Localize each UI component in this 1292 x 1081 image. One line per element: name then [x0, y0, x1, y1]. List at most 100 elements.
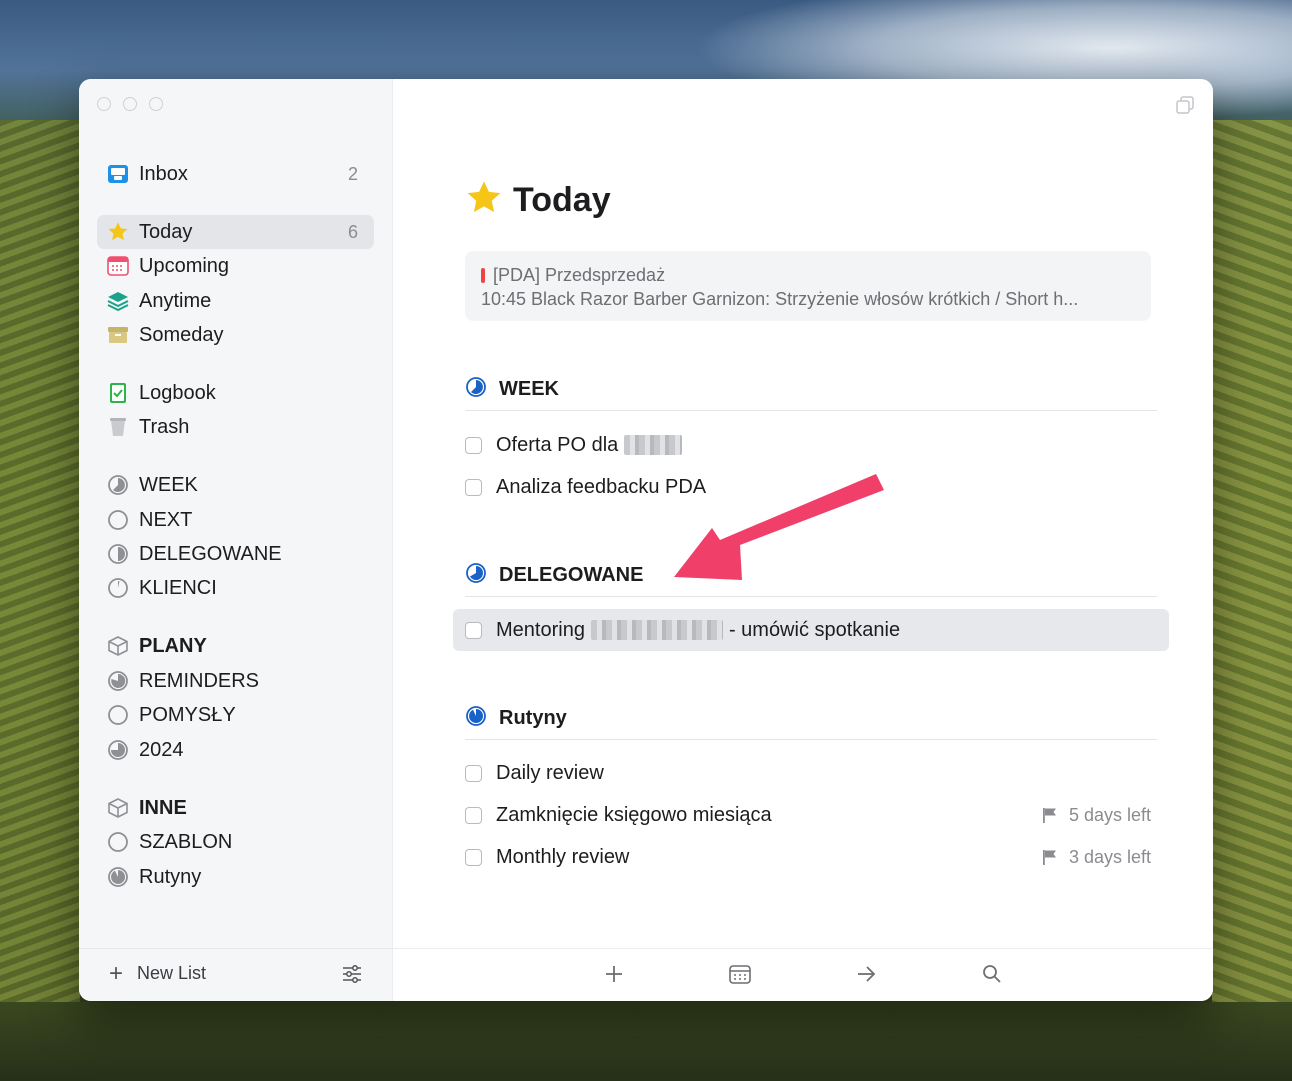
progress-pie-icon	[107, 474, 129, 496]
search-button[interactable]	[981, 963, 1003, 990]
logbook-icon	[107, 382, 129, 404]
task-title: Mentoring	[496, 618, 585, 641]
duplicate-window-icon[interactable]	[1175, 95, 1195, 120]
sidebar-item-trash[interactable]: Trash	[97, 410, 374, 444]
sidebar-item-label: DELEGOWANE	[139, 542, 282, 565]
close-button[interactable]	[97, 97, 111, 111]
sidebar-project-next[interactable]: NEXT	[97, 503, 374, 537]
flag-icon	[1042, 850, 1056, 865]
section-title: Rutyny	[499, 707, 567, 729]
minimize-button[interactable]	[123, 97, 137, 111]
main-toolbar	[393, 948, 1213, 1001]
progress-empty-icon	[107, 509, 129, 531]
sidebar-item-anytime[interactable]: Anytime	[97, 284, 374, 318]
task-row-selected[interactable]: Mentoring - umówić spotkanie	[453, 609, 1169, 651]
area-cube-icon	[107, 635, 129, 657]
area-cube-icon	[107, 797, 129, 819]
inbox-count: 2	[347, 163, 358, 184]
wallpaper-vineyard-left	[0, 120, 80, 1081]
progress-pie-icon	[107, 670, 129, 692]
new-list-button[interactable]: + New List	[109, 959, 207, 987]
redacted-text	[624, 435, 683, 455]
wallpaper-vineyard-right	[1212, 120, 1292, 1081]
star-icon	[465, 179, 503, 222]
trash-icon	[107, 416, 129, 438]
flag-icon	[1042, 808, 1056, 823]
sidebar-item-label: 2024	[139, 738, 184, 761]
move-arrow-button[interactable]	[855, 963, 877, 990]
sidebar-area-inne[interactable]: INNE	[97, 791, 374, 825]
progress-pie-icon	[107, 866, 129, 888]
sidebar-item-label: Someday	[139, 323, 224, 346]
sidebar-project-2024[interactable]: 2024	[97, 733, 374, 767]
add-todo-button[interactable]	[603, 963, 625, 990]
task-row[interactable]: Monthly review 3 days left	[453, 836, 1169, 878]
progress-empty-icon	[107, 831, 129, 853]
progress-empty-icon	[107, 704, 129, 726]
sidebar-item-label: Trash	[139, 415, 190, 438]
inbox-icon	[107, 163, 129, 185]
task-title: Daily review	[496, 761, 604, 784]
task-checkbox[interactable]	[465, 764, 482, 782]
task-row[interactable]: Oferta PO dla	[453, 424, 1169, 466]
sidebar-item-label: INNE	[139, 796, 187, 819]
sidebar-item-today[interactable]: Today 6	[97, 215, 374, 249]
task-checkbox[interactable]	[465, 478, 482, 496]
deadline-badge: 3 days left	[1041, 847, 1151, 868]
main-content: Today [PDA] Przedsprzedaż 10:45 Black Ra…	[393, 79, 1213, 1001]
sidebar-item-label: Today	[139, 220, 193, 243]
new-list-label: New List	[137, 963, 207, 983]
task-checkbox[interactable]	[465, 621, 482, 639]
section-header-delegowane[interactable]: DELEGOWANE	[465, 555, 1157, 597]
plus-icon: +	[109, 959, 124, 987]
sidebar-footer: + New List	[79, 948, 392, 1001]
task-row[interactable]: Zamknięcie księgowo miesiąca 5 days left	[453, 794, 1169, 836]
sidebar-project-pomysly[interactable]: POMYSŁY	[97, 698, 374, 732]
today-count: 6	[347, 221, 358, 242]
task-title: Zamknięcie księgowo miesiąca	[496, 803, 772, 826]
sidebar-item-label: Anytime	[139, 289, 212, 312]
project-progress-icon	[465, 562, 487, 589]
sidebar-item-logbook[interactable]: Logbook	[97, 376, 374, 410]
deadline-text: 5 days left	[1068, 804, 1151, 825]
sidebar-project-klienci[interactable]: KLIENCI	[97, 571, 374, 605]
task-checkbox[interactable]	[465, 848, 482, 866]
layers-icon	[107, 290, 129, 312]
sidebar-area-plany[interactable]: PLANY	[97, 629, 374, 663]
section-title: DELEGOWANE	[499, 564, 644, 586]
sidebar-project-reminders[interactable]: REMINDERS	[97, 664, 374, 698]
sidebar-item-someday[interactable]: Someday	[97, 318, 374, 352]
zoom-button[interactable]	[149, 97, 163, 111]
section-header-week[interactable]: WEEK	[465, 369, 1157, 411]
window-controls	[97, 97, 163, 111]
archive-box-icon	[107, 324, 129, 346]
event-detail: 10:45 Black Razor Barber Garnizon: Strzy…	[481, 289, 1079, 309]
sidebar-item-label: POMYSŁY	[139, 703, 236, 726]
progress-pie-icon	[107, 543, 129, 565]
sidebar-project-rutyny[interactable]: Rutyny	[97, 860, 374, 894]
sidebar-item-label: Rutyny	[139, 865, 202, 888]
progress-pie-icon	[107, 577, 129, 599]
filter-settings-icon[interactable]	[341, 963, 363, 990]
deadline-badge: 5 days left	[1041, 805, 1151, 826]
page-title-row: Today	[465, 179, 611, 222]
schedule-calendar-button[interactable]	[728, 963, 752, 990]
sidebar-project-week[interactable]: WEEK	[97, 468, 374, 502]
sidebar-item-label: Upcoming	[139, 254, 230, 277]
sidebar-item-label: Logbook	[139, 381, 216, 404]
task-row[interactable]: Daily review	[453, 752, 1169, 794]
section-header-rutyny[interactable]: Rutyny	[465, 698, 1157, 740]
sidebar-item-label: Inbox	[139, 162, 188, 185]
sidebar-item-upcoming[interactable]: Upcoming	[97, 249, 374, 283]
task-checkbox[interactable]	[465, 436, 482, 454]
task-checkbox[interactable]	[465, 806, 482, 824]
redacted-text	[590, 620, 723, 640]
wallpaper-forest	[0, 1002, 1292, 1081]
calendar-icon	[107, 255, 129, 277]
sidebar-project-szablon[interactable]: SZABLON	[97, 825, 374, 859]
task-row[interactable]: Analiza feedbacku PDA	[453, 466, 1169, 508]
sidebar-item-label: NEXT	[139, 508, 193, 531]
calendar-event-card[interactable]: [PDA] Przedsprzedaż 10:45 Black Razor Ba…	[465, 251, 1151, 321]
sidebar-item-inbox[interactable]: Inbox 2	[97, 157, 374, 191]
sidebar-project-delegowane[interactable]: DELEGOWANE	[97, 537, 374, 571]
